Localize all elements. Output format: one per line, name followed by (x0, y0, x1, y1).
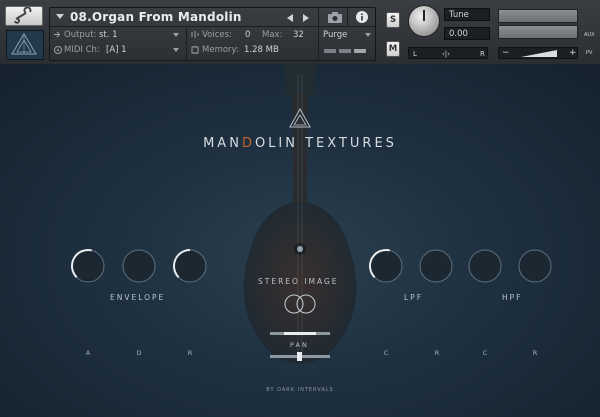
pan-center-label: ‹|› (442, 50, 450, 58)
pan-left-label: L (413, 50, 417, 58)
tune-value-box[interactable]: 0.00 (444, 27, 490, 40)
midi-dropdown-icon[interactable] (173, 48, 179, 52)
solo-button[interactable]: S (386, 12, 400, 28)
instrument-name[interactable]: 08.Organ From Mandolin (70, 10, 242, 24)
pan-slider-handle[interactable] (297, 352, 302, 361)
stereo-image-section-label: STEREO IMAGE (258, 277, 339, 286)
wrench-button[interactable] (5, 6, 43, 26)
instrument-header: 08.Organ From Mandolin Output: st. 1 Voi… (0, 0, 600, 65)
midi-channel-value[interactable]: [A] 1 (106, 45, 127, 55)
volume-control[interactable]: − + (498, 47, 578, 59)
info-icon[interactable] (356, 11, 368, 23)
decay-knob[interactable] (122, 249, 156, 283)
output-label: Output: (64, 30, 97, 40)
mandolin-artwork (71, 64, 552, 364)
lpf-resonance-knob-label: R (434, 349, 440, 357)
hpf-resonance-knob-label: R (532, 349, 538, 357)
purge-indicator (339, 49, 351, 53)
volume-ramp-icon (521, 50, 557, 57)
pv-button[interactable]: PV (586, 48, 592, 58)
kontakt-instrument-window: 08.Organ From Mandolin Output: st. 1 Voi… (0, 0, 600, 417)
prev-instrument-icon[interactable] (287, 14, 293, 22)
release-knob[interactable] (173, 249, 207, 283)
lpf-section-label: LPF (404, 293, 424, 302)
next-instrument-icon[interactable] (303, 14, 309, 22)
midi-channel-label: MIDI Ch: (64, 45, 100, 55)
pan-right-label: R (480, 50, 485, 58)
purge-dropdown-icon[interactable] (365, 33, 371, 37)
purge-indicator (354, 49, 366, 53)
hpf-cutoff-knob-label: C (482, 349, 488, 357)
chevron-down-icon[interactable] (56, 14, 64, 20)
midi-icon (54, 46, 62, 54)
pan-control[interactable]: L ‹|› R (408, 47, 488, 59)
tune-value: 0.00 (449, 29, 468, 39)
output-icon (54, 31, 61, 38)
aux-button[interactable]: AUX (584, 30, 595, 40)
mute-button[interactable]: M (386, 41, 400, 57)
developer-credit: BY DARK INTERVALS (266, 387, 334, 393)
stereo-image-slider-fill (284, 332, 316, 335)
attack-knob[interactable] (71, 249, 105, 283)
voices-value: 0 (245, 30, 251, 40)
memory-label: Memory: (202, 45, 239, 55)
level-meter-left (498, 9, 578, 23)
memory-value: 1.28 MB (244, 45, 279, 55)
envelope-section-label: ENVELOPE (110, 293, 166, 302)
output-dropdown-icon[interactable] (173, 33, 179, 37)
volume-plus[interactable]: + (569, 48, 577, 58)
camera-icon[interactable] (328, 12, 342, 23)
release-knob-label: R (187, 349, 193, 357)
tune-label-box: Tune (444, 8, 490, 21)
instrument-logo (6, 30, 44, 60)
voices-label: Voices: (202, 30, 232, 40)
hpf-resonance-knob[interactable] (518, 249, 552, 283)
lpf-cutoff-knob-label: C (383, 349, 389, 357)
purge-menu-label[interactable]: Purge (323, 30, 347, 40)
wrench-icon (14, 6, 32, 24)
hpf-cutoff-knob[interactable] (468, 249, 502, 283)
purge-indicator (324, 49, 336, 53)
voices-icon (191, 31, 199, 38)
memory-icon (191, 46, 199, 54)
product-title: MANDOLIN TEXTURES (203, 136, 397, 151)
lpf-resonance-knob[interactable] (419, 249, 453, 283)
triangle-logo-icon (11, 33, 37, 55)
hpf-section-label: HPF (502, 293, 523, 302)
attack-knob-label: A (85, 349, 91, 357)
knob-pointer-icon (423, 10, 425, 21)
max-voices-value[interactable]: 32 (293, 30, 304, 40)
instrument-panel: MANDOLIN TEXTURES ENVELOPE STEREO IMAGE … (0, 64, 600, 417)
output-value[interactable]: st. 1 (99, 30, 118, 40)
max-voices-label: Max: (262, 30, 283, 40)
pan-section-label: PAN (290, 341, 309, 349)
lpf-cutoff-knob[interactable] (369, 249, 403, 283)
volume-minus[interactable]: − (502, 48, 510, 58)
level-meter-right (498, 25, 578, 39)
instrument-info-panel: 08.Organ From Mandolin Output: st. 1 Voi… (49, 7, 376, 61)
tune-knob[interactable] (408, 5, 440, 37)
decay-knob-label: D (136, 349, 142, 357)
tune-label: Tune (449, 10, 469, 20)
